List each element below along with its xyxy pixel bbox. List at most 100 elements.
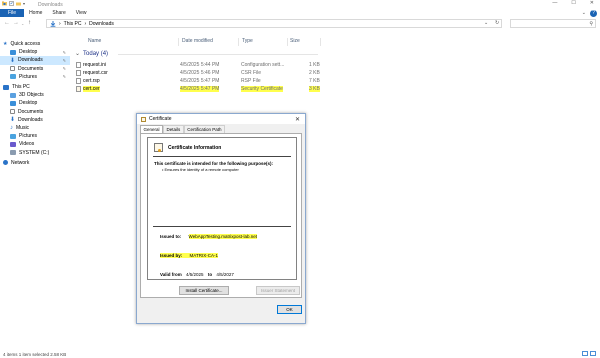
validity-period: Valid from 4/5/2025 to 4/5/2027 [160,272,237,277]
nav-label: Music [16,124,30,131]
purpose-item: • Ensures the identity of a remote compu… [162,167,239,172]
nav-item-videos[interactable]: Videos [0,140,70,148]
breadcrumb-separator-icon: › [59,20,61,27]
nav-item-documents[interactable]: Documents ✎ [0,65,70,73]
nav-this-pc[interactable]: This PC [0,83,70,91]
issued-to-value: WebAppTesting.matrixpost-lab.net [188,234,257,239]
nav-network[interactable]: Network [0,159,70,167]
tab-general[interactable]: General [140,125,164,133]
maximize-icon[interactable]: ☐ [571,0,575,6]
column-date[interactable]: Date modified [182,38,213,44]
nav-item-documents-pc[interactable]: Documents [0,108,70,116]
column-type[interactable]: Type [242,38,253,44]
tab-details[interactable]: Details [163,125,184,133]
tab-file[interactable]: File [0,9,25,17]
purpose-item-text: Ensures the identity of a remote compute… [164,167,239,172]
tab-home[interactable]: Home [24,9,47,17]
nav-item-desktop-pc[interactable]: Desktop [0,99,70,107]
group-header[interactable]: ⌄ Today (4) [75,50,108,58]
address-bar[interactable]: › This PC › Downloads [46,19,502,28]
column-divider[interactable] [320,38,321,46]
back-icon[interactable]: ← [4,19,10,28]
navigation-pane: ★ Quick access Desktop ✎ ⬇ Downloads ✎ D… [0,40,70,167]
install-certificate-button[interactable]: Install Certificate... [179,286,229,295]
3d-objects-icon [10,92,16,98]
nav-item-music[interactable]: ♪ Music [0,124,70,132]
nav-label: Pictures [19,73,38,80]
column-divider[interactable] [238,38,239,46]
tab-share[interactable]: Share [47,9,70,17]
properties-icon[interactable] [9,1,14,6]
music-icon: ♪ [10,124,13,131]
file-date: 4/5/2025 5:47 PM [180,86,220,93]
address-row: ← → ⌄ ↑ › This PC › Downloads ⌄ ↻ ⚲ [0,19,600,28]
file-type: Security Certificate [241,86,283,93]
folder-icon [2,1,7,6]
nav-item-downloads-pc[interactable]: ⬇ Downloads [0,116,70,124]
up-icon[interactable]: ↑ [28,19,31,28]
certificate-dialog: Certificate ✕ General Details Certificat… [136,113,306,324]
expand-ribbon-icon[interactable]: ⌄ [582,10,586,16]
close-icon[interactable]: ✕ [590,0,594,6]
nav-item-pictures[interactable]: Pictures ✎ [0,73,70,81]
certificate-info-box: Certificate Information This certificate… [147,137,297,280]
address-dropdown-icon[interactable]: ⌄ [484,20,488,26]
file-row[interactable]: request.csr 4/5/2025 5:46 PM CSR File 2 … [76,69,322,77]
tab-certification-path[interactable]: Certification Path [183,125,226,133]
certificate-info-header: Certificate Information [154,143,221,152]
column-divider[interactable] [287,38,288,46]
valid-to-value: 4/5/2027 [216,272,234,277]
file-type: CSR File [241,70,262,77]
issued-by: Issued by: MATRIX-CA-1 [160,253,218,258]
nav-item-desktop[interactable]: Desktop ✎ [0,48,70,56]
nav-label: Downloads [18,57,43,64]
file-name: request.ini [83,62,107,69]
details-view-icon[interactable] [582,351,588,356]
refresh-icon[interactable]: ↻ [495,20,499,26]
tab-view[interactable]: View [71,9,92,17]
nav-label: Desktop [19,100,38,107]
nav-item-system-drive[interactable]: SYSTEM (C:) [0,148,70,156]
forward-icon[interactable]: → [13,19,19,28]
recent-locations-icon[interactable]: ⌄ [21,19,24,28]
nav-label: Videos [19,141,35,148]
certificate-icon [76,86,81,92]
column-divider[interactable] [178,38,179,46]
breadcrumb-downloads[interactable]: Downloads [89,21,114,27]
file-row[interactable]: cert.rsp 4/5/2025 5:47 PM RSP File 7 KB [76,77,322,85]
nav-item-pictures-pc[interactable]: Pictures [0,132,70,140]
file-row[interactable]: request.ini 4/5/2025 5:44 PM Configurati… [76,61,322,69]
issuer-statement-button[interactable]: Issuer Statement [256,286,300,295]
window-controls: — ☐ ✕ [552,0,594,6]
column-size[interactable]: Size [290,38,300,44]
downloads-icon [50,20,56,27]
close-icon[interactable]: ✕ [295,116,300,123]
file-size: 2 KB [309,70,320,77]
divider [153,156,291,157]
dialog-tabs: General Details Certification Path [140,125,226,133]
pin-icon: ✎ [62,74,66,80]
minimize-icon[interactable]: — [552,0,557,6]
qat-dropdown-icon[interactable]: ▾ [23,1,25,6]
ok-button[interactable]: OK [277,305,302,314]
desktop-icon [10,100,16,106]
documents-icon [10,109,15,115]
window-title: Downloads [38,1,63,8]
column-name[interactable]: Name [88,38,101,44]
file-type: Configuration sett... [241,62,285,69]
file-row-selected[interactable]: cert.cer 4/5/2025 5:47 PM Security Certi… [76,85,322,93]
nav-label: Network [11,159,30,166]
search-input[interactable]: ⚲ [510,19,596,28]
file-size: 7 KB [309,78,320,85]
nav-label: 3D Objects [19,92,44,99]
file-name: cert.cer [83,86,100,93]
large-icons-view-icon[interactable] [590,351,596,356]
breadcrumb-this-pc[interactable]: This PC [64,21,82,27]
nav-label: SYSTEM (C:) [19,149,50,156]
help-icon[interactable]: ? [590,9,597,17]
new-folder-icon[interactable] [16,1,21,6]
videos-icon [10,141,16,147]
nav-item-downloads[interactable]: ⬇ Downloads ✎ [0,56,70,65]
nav-item-3d-objects[interactable]: 3D Objects [0,91,70,99]
nav-label: Pictures [19,133,38,140]
